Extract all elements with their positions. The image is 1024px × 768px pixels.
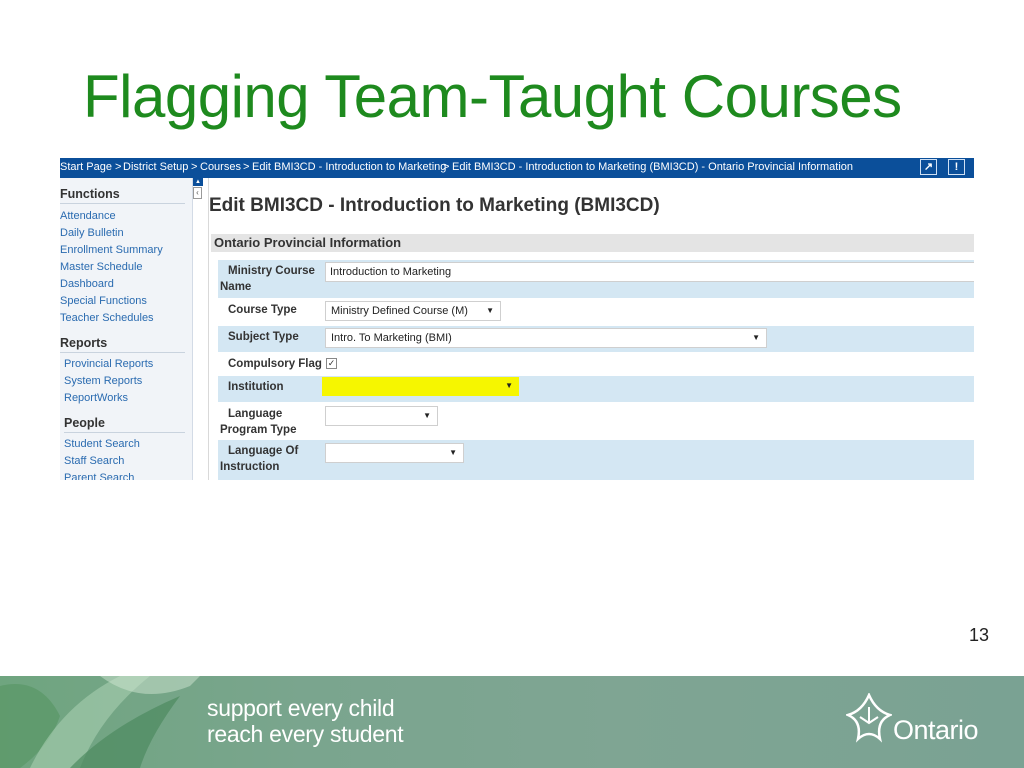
field-label: Institution xyxy=(228,381,284,393)
sidebar-item-provincial-reports[interactable]: Provincial Reports xyxy=(64,358,153,370)
tagline-line-2: reach every student xyxy=(207,721,404,747)
tagline-line-1: support every child xyxy=(207,695,395,721)
breadcrumb-item-courses[interactable]: Courses xyxy=(200,158,241,176)
sidebar-divider xyxy=(60,203,185,204)
field-label: Name xyxy=(220,281,252,293)
field-label: Ministry Course xyxy=(228,265,315,277)
sidebar-item-system-reports[interactable]: System Reports xyxy=(64,375,142,387)
breadcrumb-separator: > xyxy=(191,161,198,173)
sidebar-divider xyxy=(60,352,185,353)
form-row-course-type: Course Type Ministry Defined Course (M) … xyxy=(218,298,974,326)
sidebar: Functions Attendance Daily Bulletin Enro… xyxy=(60,178,193,480)
sidebar-item-student-search[interactable]: Student Search xyxy=(64,438,140,450)
form-row-subject-type: Subject Type Intro. To Marketing (BMI) ▼ xyxy=(218,326,974,352)
breadcrumb-separator: > xyxy=(443,161,450,173)
sidebar-heading-reports: Reports xyxy=(60,336,108,350)
ontario-wordmark: Ontario xyxy=(893,715,979,745)
sidebar-item-teacher-schedules[interactable]: Teacher Schedules xyxy=(60,312,154,324)
trillium-logo-icon xyxy=(846,693,892,743)
field-label: Program Type xyxy=(220,424,297,436)
sidebar-item-parent-search[interactable]: Parent Search xyxy=(64,472,134,480)
language-of-instruction-select[interactable]: ▼ xyxy=(325,443,464,463)
sidebar-divider xyxy=(64,432,185,433)
chevron-down-icon: ▼ xyxy=(423,411,431,420)
chevron-down-icon: ▼ xyxy=(449,448,457,457)
sidebar-item-master-schedule[interactable]: Master Schedule xyxy=(60,261,143,273)
field-label: Language Of xyxy=(228,445,299,457)
subject-type-select[interactable]: Intro. To Marketing (BMI) ▼ xyxy=(325,328,767,348)
form-row-language-of-instruction: Language Of Instruction ▼ xyxy=(218,440,974,480)
footer-banner: support every child reach every student … xyxy=(0,676,1024,768)
sidebar-item-enrollment-summary[interactable]: Enrollment Summary xyxy=(60,244,163,256)
app-screenshot: Start Page > District Setup > Courses > … xyxy=(60,158,974,480)
main-content: Edit BMI3CD - Introduction to Marketing … xyxy=(208,178,974,480)
field-label: Subject Type xyxy=(228,331,299,343)
alert-icon[interactable]: ! xyxy=(948,159,965,175)
language-program-type-select[interactable]: ▼ xyxy=(325,406,438,426)
breadcrumb-separator: > xyxy=(243,161,250,173)
page-title: Edit BMI3CD - Introduction to Marketing … xyxy=(209,195,660,216)
chevron-down-icon: ▼ xyxy=(505,381,513,390)
field-label: Course Type xyxy=(228,304,297,316)
breadcrumb-item-start-page[interactable]: Start Page xyxy=(60,158,112,176)
collapse-up-icon[interactable]: ▲ xyxy=(193,178,203,186)
section-header: Ontario Provincial Information xyxy=(211,234,974,252)
form-row-institution: Institution ▼ xyxy=(218,376,974,402)
chevron-down-icon: ▼ xyxy=(486,306,494,315)
institution-select[interactable]: ▼ xyxy=(322,377,519,396)
sidebar-heading-people: People xyxy=(64,416,105,430)
course-type-select[interactable]: Ministry Defined Course (M) ▼ xyxy=(325,301,501,321)
form-row-ministry-course-name: Ministry Course Name Introduction to Mar… xyxy=(218,260,974,298)
ministry-course-name-field[interactable]: Introduction to Marketing xyxy=(325,262,974,282)
sidebar-item-staff-search[interactable]: Staff Search xyxy=(64,455,124,467)
compulsory-flag-checkbox[interactable]: ✓ xyxy=(326,358,337,369)
select-value: Intro. To Marketing (BMI) xyxy=(331,332,452,344)
sidebar-item-daily-bulletin[interactable]: Daily Bulletin xyxy=(60,227,124,239)
form-row-compulsory-flag: Compulsory Flag ✓ xyxy=(218,352,974,376)
breadcrumb-item-district-setup[interactable]: District Setup xyxy=(123,158,188,176)
select-value: Ministry Defined Course (M) xyxy=(331,305,468,317)
form-row-language-program-type: Language Program Type ▼ xyxy=(218,402,974,440)
sidebar-heading-functions: Functions xyxy=(60,187,120,201)
field-label: Compulsory Flag xyxy=(228,358,322,370)
popout-icon[interactable]: ↗ xyxy=(920,159,937,175)
sidebar-item-reportworks[interactable]: ReportWorks xyxy=(64,392,128,404)
breadcrumb-item-edit-course[interactable]: Edit BMI3CD - Introduction to Marketing xyxy=(252,158,446,176)
sidebar-item-special-functions[interactable]: Special Functions xyxy=(60,295,147,307)
sidebar-item-attendance[interactable]: Attendance xyxy=(60,210,116,222)
leaf-graphic xyxy=(0,676,200,768)
sidebar-toggle[interactable]: ▲ ‹ xyxy=(193,178,203,202)
chevron-down-icon: ▼ xyxy=(752,333,760,342)
sidebar-item-dashboard[interactable]: Dashboard xyxy=(60,278,114,290)
breadcrumb-separator: > xyxy=(115,161,122,173)
page-number: 13 xyxy=(969,625,990,645)
field-label: Instruction xyxy=(220,461,280,473)
breadcrumb: Start Page > District Setup > Courses > … xyxy=(60,158,974,178)
slide-title: Flagging Team-Taught Courses xyxy=(83,63,902,130)
field-label: Language xyxy=(228,408,283,420)
breadcrumb-item-current: Edit BMI3CD - Introduction to Marketing … xyxy=(452,161,854,173)
collapse-left-icon[interactable]: ‹ xyxy=(193,187,202,199)
